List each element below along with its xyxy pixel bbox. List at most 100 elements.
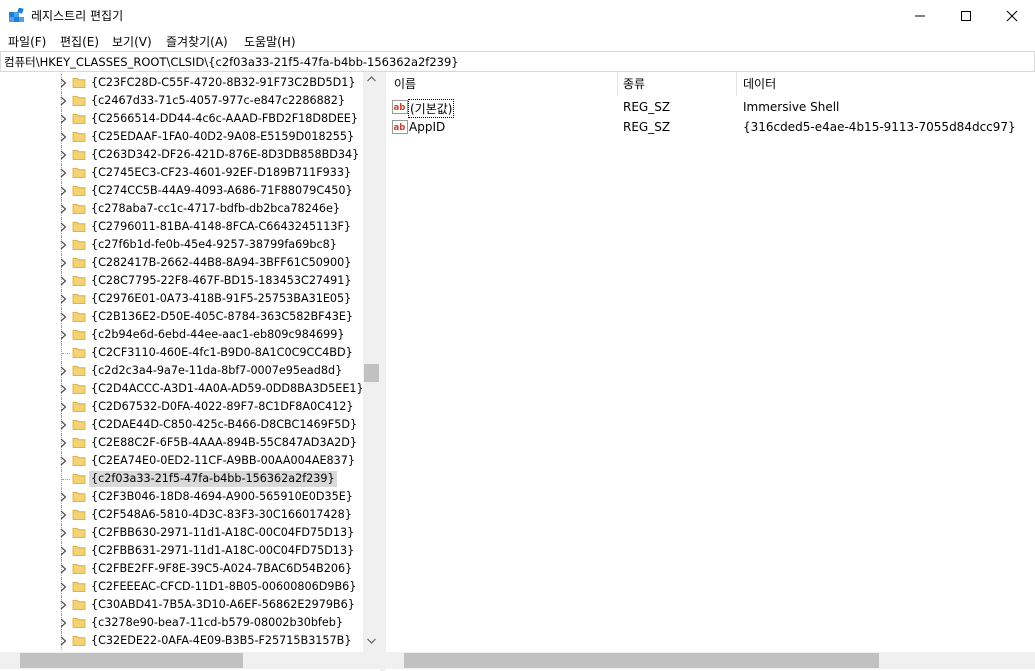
tree-item[interactable]: {c2f03a33-21f5-47fa-b4bb-156362a2f239} [0, 470, 362, 488]
chevron-right-icon[interactable] [60, 510, 67, 520]
maximize-button[interactable] [943, 0, 989, 31]
menu-bar: 파일(F) 편집(E) 보기(V) 즐겨찾기(A) 도움말(H) [0, 31, 1035, 51]
tree-item[interactable]: {c2b94e6d-6ebd-44ee-aac1-eb809c984699} [0, 326, 362, 344]
folder-icon [72, 275, 86, 286]
tree-item[interactable]: {C2976E01-0A73-418B-91F5-25753BA31E05} [0, 290, 362, 308]
tree-item[interactable]: {C32EDE22-0AFA-4E09-B3B5-F25715B3157B} [0, 632, 362, 650]
chevron-right-icon[interactable] [60, 366, 67, 376]
tree-item[interactable]: {C2FEEEAC-CFCD-11D1-8B05-00600806D9B6} [0, 578, 362, 596]
tree-item[interactable]: {C25EDAAF-1FA0-40D2-9A08-E5159D018255} [0, 128, 362, 146]
chevron-right-icon[interactable] [60, 384, 67, 394]
tree-item[interactable]: {C2745EC3-CF23-4601-92EF-D189B711F933} [0, 164, 362, 182]
menu-edit[interactable]: 편집(E) [60, 33, 99, 50]
chevron-right-icon[interactable] [60, 240, 67, 250]
chevron-right-icon[interactable] [60, 420, 67, 430]
column-header-data[interactable]: 데이터 [743, 72, 776, 96]
chevron-right-icon[interactable] [60, 114, 67, 124]
close-button[interactable] [989, 0, 1035, 31]
tree-item-label: {C28C7795-22F8-467F-BD15-183453C27491} [91, 274, 352, 287]
value-row[interactable]: ab (기본값) REG_SZ Immersive Shell [386, 98, 1035, 118]
tree-item[interactable]: {C2FBB630-2971-11d1-A18C-00C04FD75D13} [0, 524, 362, 542]
scroll-down-icon[interactable] [367, 638, 376, 644]
column-header-type[interactable]: 종류 [623, 72, 645, 96]
tree-item[interactable]: {C30ABD41-7B5A-3D10-A6EF-56862E2979B6} [0, 596, 362, 614]
tree-item[interactable]: {C2D4ACCC-A3D1-4A0A-AD59-0DD8BA3D5EE1} [0, 380, 362, 398]
column-header-name[interactable]: 이름 [394, 72, 416, 96]
chevron-right-icon[interactable] [60, 546, 67, 556]
chevron-right-icon[interactable] [60, 258, 67, 268]
tree-item[interactable]: {C2D67532-D0FA-4022-89F7-8C1DF8A0C412} [0, 398, 362, 416]
tree-item[interactable]: {c3278e90-bea7-11cd-b579-08002b30bfeb} [0, 614, 362, 632]
tree-item[interactable]: {C2796011-81BA-4148-8FCA-C6643245113F} [0, 218, 362, 236]
tree-item-label: {C2F548A6-5810-4D3C-83F3-30C166017428} [91, 508, 352, 521]
key-tree-pane[interactable]: {C23FC28D-C55F-4720-8B32-91F73C2BD5D1} {c… [0, 72, 380, 671]
menu-favorites[interactable]: 즐겨찾기(A) [166, 33, 228, 50]
tree-horizontal-scroll-thumb[interactable] [20, 653, 243, 668]
tree-item[interactable]: {C282417B-2662-44B8-8A94-3BFF61C50900} [0, 254, 362, 272]
chevron-right-icon[interactable] [60, 132, 67, 142]
column-separator[interactable] [736, 72, 737, 96]
tree-item-label: {C2D67532-D0FA-4022-89F7-8C1DF8A0C412} [91, 400, 354, 413]
menu-help[interactable]: 도움말(H) [244, 33, 296, 50]
chevron-right-icon[interactable] [60, 294, 67, 304]
chevron-right-icon[interactable] [60, 492, 67, 502]
tree-item[interactable]: {C2566514-DD44-4c6c-AAAD-FBD2F18D8DEE} [0, 110, 362, 128]
tree-item[interactable]: {c278aba7-cc1c-4717-bdfb-db2bca78246e} [0, 200, 362, 218]
tree-item-label: {c2b94e6d-6ebd-44ee-aac1-eb809c984699} [91, 328, 345, 341]
chevron-right-icon[interactable] [60, 636, 67, 646]
key-tree[interactable]: {C23FC28D-C55F-4720-8B32-91F73C2BD5D1} {c… [0, 74, 362, 652]
chevron-right-icon[interactable] [60, 168, 67, 178]
folder-icon [72, 95, 86, 106]
scroll-up-icon[interactable] [367, 76, 376, 82]
tree-item[interactable]: {C23FC28D-C55F-4720-8B32-91F73C2BD5D1} [0, 74, 362, 92]
chevron-right-icon[interactable] [60, 222, 67, 232]
tree-item-label: {c2f03a33-21f5-47fa-b4bb-156362a2f239} [89, 471, 337, 487]
tree-item[interactable]: {C2F3B046-18D8-4694-A900-565910E0D35E} [0, 488, 362, 506]
tree-item[interactable]: {C28C7795-22F8-467F-BD15-183453C27491} [0, 272, 362, 290]
tree-item[interactable]: {C263D342-DF26-421D-876E-8D3DB858BD34} [0, 146, 362, 164]
tree-vertical-scroll-thumb[interactable] [364, 363, 379, 382]
tree-item[interactable]: {C274CC5B-44A9-4093-A686-71F88079C450} [0, 182, 362, 200]
tree-item[interactable]: {C2F548A6-5810-4D3C-83F3-30C166017428} [0, 506, 362, 524]
tree-item[interactable]: {C2E88C2F-6F5B-4AAA-894B-55C847AD3A2D} [0, 434, 362, 452]
chevron-right-icon[interactable] [60, 276, 67, 286]
chevron-right-icon[interactable] [60, 618, 67, 628]
menu-view[interactable]: 보기(V) [112, 33, 152, 50]
tree-item[interactable]: {c2d2c3a4-9a7e-11da-8bf7-0007e95ead8d} [0, 362, 362, 380]
folder-icon [72, 293, 86, 304]
chevron-right-icon[interactable] [60, 402, 67, 412]
folder-icon [72, 527, 86, 538]
chevron-right-icon[interactable] [60, 564, 67, 574]
address-bar[interactable]: 컴퓨터\HKEY_CLASSES_ROOT\CLSID\{c2f03a33-21… [0, 51, 1035, 72]
chevron-right-icon[interactable] [60, 600, 67, 610]
tree-item[interactable]: {C2B136E2-D50E-405C-8784-363C582BF43E} [0, 308, 362, 326]
chevron-right-icon[interactable] [60, 150, 67, 160]
chevron-right-icon[interactable] [60, 330, 67, 340]
tree-item[interactable]: {C2FBE2FF-9F8E-39C5-A024-7BAC6D54B206} [0, 560, 362, 578]
tree-item[interactable]: {c2467d33-71c5-4057-977c-e847c2286882} [0, 92, 362, 110]
value-list-horizontal-scrollbar[interactable] [386, 652, 1035, 669]
column-separator[interactable] [617, 72, 618, 96]
chevron-right-icon[interactable] [60, 78, 67, 88]
chevron-right-icon[interactable] [60, 528, 67, 538]
maximize-icon [961, 11, 971, 21]
menu-file[interactable]: 파일(F) [8, 33, 46, 50]
tree-item[interactable]: {C2DAE44D-C850-425c-B466-D8CBC1469F5D} [0, 416, 362, 434]
tree-item[interactable]: {C2EA74E0-0ED2-11CF-A9BB-00AA004AE837} [0, 452, 362, 470]
chevron-right-icon[interactable] [60, 438, 67, 448]
chevron-right-icon[interactable] [60, 312, 67, 322]
chevron-right-icon[interactable] [60, 582, 67, 592]
value-row[interactable]: ab AppID REG_SZ {316cded5-e4ae-4b15-9113-70… [386, 118, 1035, 138]
tree-horizontal-scrollbar[interactable] [0, 652, 363, 669]
chevron-right-icon[interactable] [60, 96, 67, 106]
value-list-horizontal-scroll-thumb[interactable] [404, 653, 879, 668]
tree-item[interactable]: {C2CF3110-460E-4fc1-B9D0-8A1C0C9CC4BD} [0, 344, 362, 362]
minimize-button[interactable] [897, 0, 943, 31]
chevron-right-icon[interactable] [60, 186, 67, 196]
chevron-right-icon[interactable] [60, 204, 67, 214]
value-list-pane[interactable]: 이름 종류 데이터 ab (기본값) REG_SZ Immersive Shell ab… [386, 72, 1035, 671]
chevron-right-icon[interactable] [60, 456, 67, 466]
tree-item[interactable]: {C2FBB631-2971-11d1-A18C-00C04FD75D13} [0, 542, 362, 560]
tree-vertical-scrollbar[interactable] [363, 72, 380, 652]
tree-item[interactable]: {c27f6b1d-fe0b-45e4-9257-38799fa69bc8} [0, 236, 362, 254]
